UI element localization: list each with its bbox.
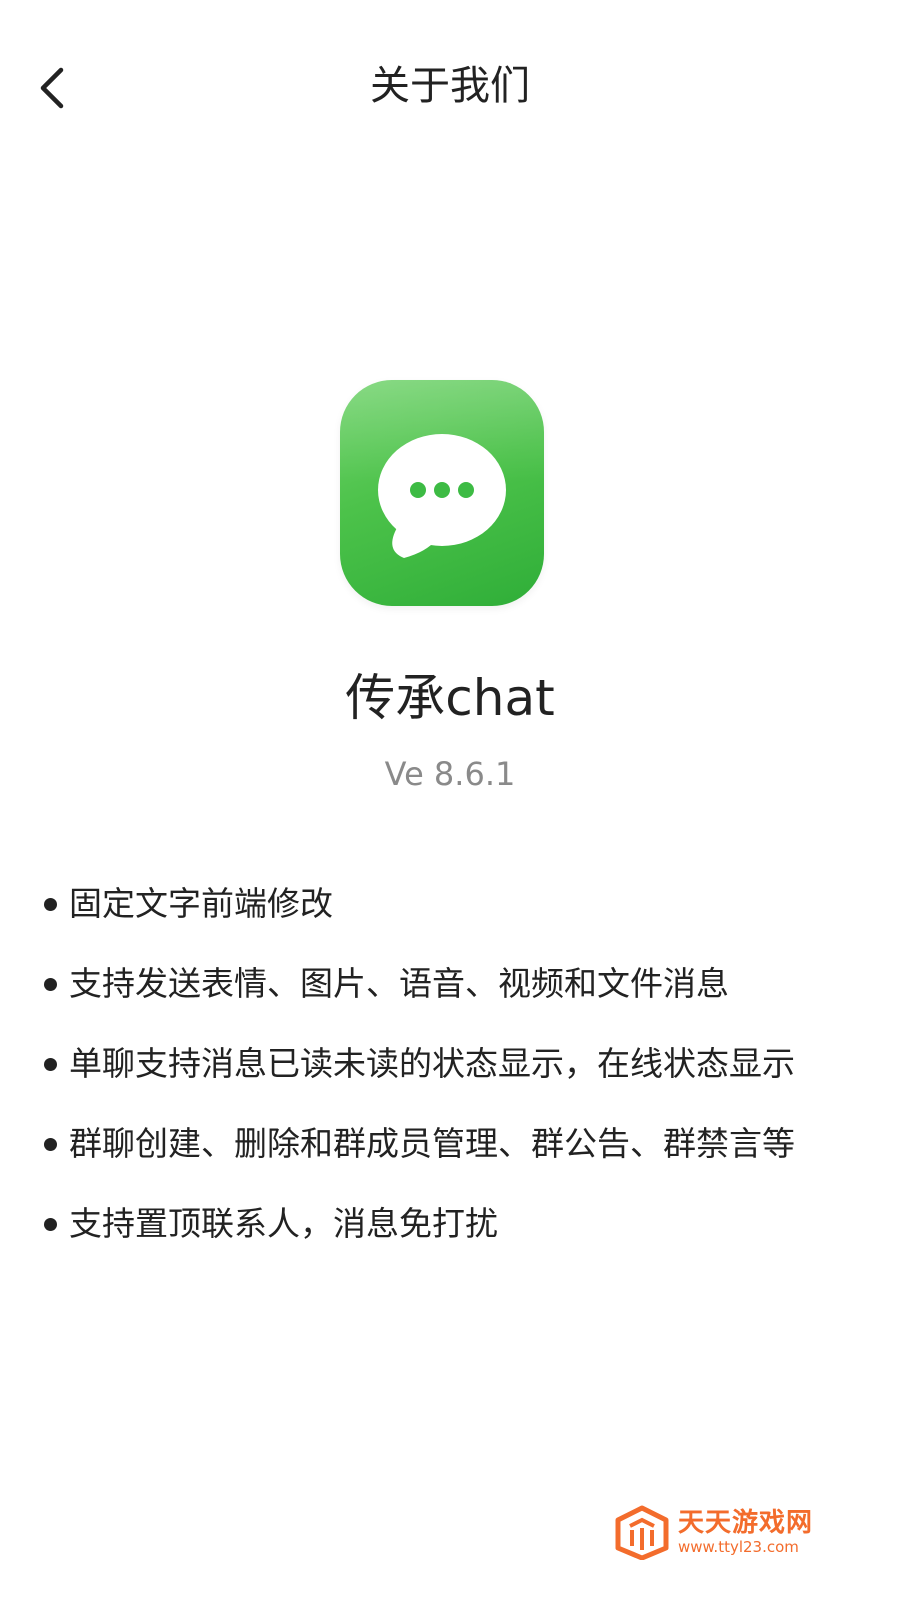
app-version: Ve 8.6.1 bbox=[384, 755, 516, 793]
chat-bubble-icon bbox=[378, 434, 506, 558]
page-title: 关于我们 bbox=[370, 63, 530, 109]
feature-text: 支持置顶联系人，消息免打扰 bbox=[69, 1204, 498, 1243]
feature-text: 支持发送表情、图片、语音、视频和文件消息 bbox=[69, 964, 729, 1003]
nav-bar: 关于我们 bbox=[0, 0, 900, 170]
feature-text: 群聊创建、删除和群成员管理、群公告、群禁言等 bbox=[69, 1124, 795, 1163]
watermark-name: 天天游戏网 bbox=[678, 1508, 814, 1538]
bullet-dot-icon bbox=[44, 977, 57, 991]
feature-item: 固定文字前端修改 bbox=[44, 880, 874, 928]
feature-text: 固定文字前端修改 bbox=[69, 884, 333, 923]
watermark-url: www.ttyl23.com bbox=[678, 1538, 799, 1556]
feature-item: 支持置顶联系人，消息免打扰 bbox=[44, 1200, 874, 1248]
watermark: 天天游戏网 www.ttyl23.com bbox=[614, 1502, 854, 1562]
feature-item: 群聊创建、删除和群成员管理、群公告、群禁言等 bbox=[44, 1120, 874, 1168]
bullet-dot-icon bbox=[44, 1137, 57, 1151]
feature-item: 单聊支持消息已读未读的状态显示，在线状态显示 bbox=[44, 1040, 874, 1088]
feature-item: 支持发送表情、图片、语音、视频和文件消息 bbox=[44, 960, 874, 1008]
bullet-dot-icon bbox=[44, 897, 57, 911]
feature-text: 单聊支持消息已读未读的状态显示，在线状态显示 bbox=[69, 1044, 795, 1083]
watermark-logo-icon bbox=[615, 1505, 669, 1560]
feature-list: 固定文字前端修改 支持发送表情、图片、语音、视频和文件消息 单聊支持消息已读未读… bbox=[44, 880, 874, 1280]
app-icon bbox=[340, 380, 544, 606]
watermark-text: 天天游戏网 www.ttyl23.com bbox=[678, 1508, 813, 1556]
bullet-dot-icon bbox=[44, 1057, 57, 1071]
bullet-dot-icon bbox=[44, 1217, 57, 1231]
app-name: 传承chat bbox=[345, 669, 555, 727]
